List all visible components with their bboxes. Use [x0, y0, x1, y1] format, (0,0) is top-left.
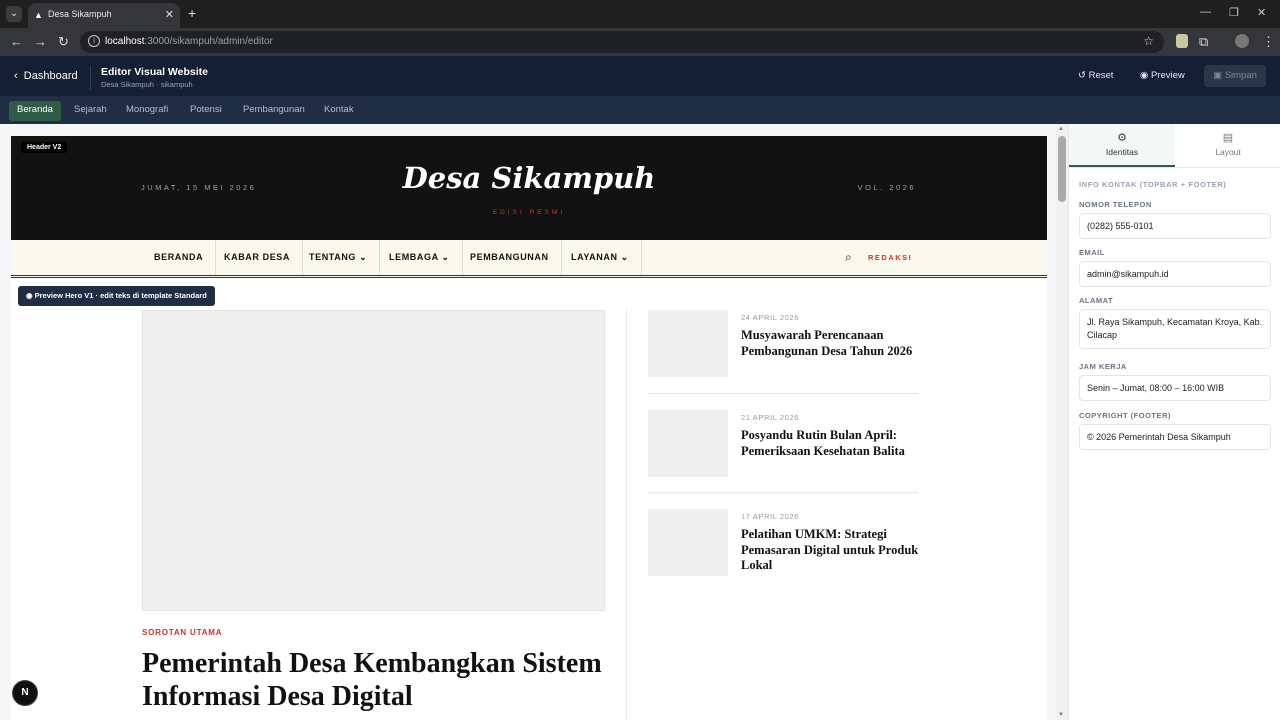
- back-icon[interactable]: ←: [10, 34, 23, 49]
- identity-icon: ⚙: [1117, 132, 1127, 144]
- close-window-button[interactable]: ✕: [1257, 6, 1266, 19]
- scroll-down-arrow-icon[interactable]: ▼: [1058, 712, 1064, 718]
- email-label: EMAIL: [1079, 248, 1105, 257]
- address-bar[interactable]: i localhost:3000/sikampuh/admin/editor ☆: [80, 31, 1164, 53]
- page-tabs: Beranda Sejarah Monografi Potensi Pemban…: [0, 96, 1280, 124]
- site-nav-tentang[interactable]: TENTANG ⌄: [297, 240, 381, 275]
- preview-canvas: Header V2 JUMAT, 15 MEI 2026 Desa Sikamp…: [0, 124, 1068, 720]
- site-preview-frame: Header V2 JUMAT, 15 MEI 2026 Desa Sikamp…: [11, 136, 1047, 720]
- hero-kicker: SOROTAN UTAMA: [142, 628, 223, 637]
- search-icon[interactable]: ⌕: [845, 250, 852, 265]
- story-title[interactable]: Posyandu Rutin Bulan April: Pemeriksaan …: [741, 428, 919, 459]
- site-nav-lembaga[interactable]: LEMBAGA ⌄: [377, 240, 463, 275]
- section-heading: INFO KONTAK (TOPBAR + FOOTER): [1079, 180, 1227, 189]
- tab-identitas[interactable]: ⚙ Identitas: [1069, 124, 1175, 167]
- tab-layout[interactable]: ▤ Layout: [1175, 124, 1280, 167]
- layout-icon: ▤: [1222, 132, 1234, 144]
- restore-window-button[interactable]: ❐: [1229, 6, 1239, 19]
- story-date: 24 APRIL 2026: [741, 313, 799, 322]
- story-title[interactable]: Pelatihan UMKM: Strategi Pemasaran Digit…: [741, 527, 919, 574]
- phone-label: NOMOR TELEPON: [1079, 200, 1152, 209]
- forward-icon[interactable]: →: [34, 34, 47, 49]
- redaksi-link[interactable]: REDAKSI: [868, 253, 912, 262]
- story-thumbnail: [648, 310, 728, 377]
- scroll-up-arrow-icon[interactable]: ▲: [1058, 126, 1064, 132]
- tab-pembangunan[interactable]: Pembangunan: [235, 101, 313, 121]
- header-divider: [90, 66, 91, 90]
- preview-button[interactable]: ◉ Preview: [1140, 70, 1185, 81]
- tab-monografi[interactable]: Monografi: [118, 101, 176, 121]
- settings-panel: ⚙ Identitas ▤ Layout INFO KONTAK (TOPBAR…: [1068, 124, 1280, 720]
- profile-avatar[interactable]: [1235, 34, 1249, 48]
- column-divider: [626, 310, 627, 720]
- browser-tab-strip: ⌄ ▲ Desa Sikampuh ✕ + — ❐ ✕: [0, 0, 1280, 28]
- story-divider: [648, 492, 918, 493]
- site-nav-beranda[interactable]: BERANDA: [142, 240, 217, 275]
- hours-label: JAM KERJA: [1079, 362, 1127, 371]
- story-date: 17 APRIL 2026: [741, 512, 799, 521]
- panel-divider: [1069, 167, 1280, 168]
- tab-potensi[interactable]: Potensi: [182, 101, 230, 121]
- copyright-label: COPYRIGHT (FOOTER): [1079, 411, 1171, 420]
- extensions-puzzle-icon[interactable]: ⧉: [1199, 34, 1208, 50]
- story-thumbnail: [648, 410, 728, 477]
- extension-icon[interactable]: [1176, 34, 1188, 48]
- editor-header: ‹ Dashboard Editor Visual Website Desa S…: [0, 56, 1280, 96]
- site-info-icon[interactable]: i: [88, 35, 100, 47]
- story-title[interactable]: Musyawarah Perencanaan Pembangunan Desa …: [741, 328, 919, 359]
- tab-sejarah[interactable]: Sejarah: [66, 101, 115, 121]
- reload-icon[interactable]: ↻: [58, 34, 69, 50]
- bookmark-star-icon[interactable]: ☆: [1143, 34, 1154, 48]
- tab-beranda[interactable]: Beranda: [9, 101, 61, 121]
- address-field[interactable]: Jl. Raya Sikampuh, Kecamatan Kroya, Kab.…: [1079, 309, 1271, 349]
- favicon-icon: ▲: [34, 10, 43, 20]
- address-label: ALAMAT: [1079, 296, 1114, 305]
- browser-menu-icon[interactable]: ⋮: [1262, 34, 1275, 50]
- scrollbar-thumb[interactable]: [1058, 136, 1066, 202]
- reset-button[interactable]: ↺ Reset: [1078, 70, 1113, 81]
- hero-image-placeholder: [142, 310, 605, 611]
- save-button[interactable]: ▣ Simpan: [1204, 65, 1266, 87]
- editor-title: Editor Visual Website: [101, 66, 208, 78]
- story-date: 21 APRIL 2026: [741, 413, 799, 422]
- site-nav: BERANDA KABAR DESA TENTANG ⌄ LEMBAGA ⌄ P…: [11, 240, 1047, 278]
- close-tab-icon[interactable]: ✕: [165, 8, 174, 21]
- new-tab-button[interactable]: +: [188, 5, 196, 21]
- hero-preview-pill: ◉ Preview Hero V1 · edit teks di templat…: [18, 286, 215, 306]
- back-to-dashboard-link[interactable]: ‹ Dashboard: [14, 70, 78, 82]
- browser-tab[interactable]: ▲ Desa Sikampuh ✕: [28, 3, 180, 28]
- minimize-window-button[interactable]: —: [1200, 6, 1211, 18]
- tab-kontak[interactable]: Kontak: [316, 101, 362, 121]
- hero-headline[interactable]: Pemerintah Desa Kembangkan Sistem Inform…: [142, 647, 622, 713]
- story-divider: [648, 393, 918, 394]
- tab-search-button[interactable]: ⌄: [6, 6, 22, 22]
- site-nav-pembangunan[interactable]: PEMBANGUNAN: [458, 240, 562, 275]
- email-field[interactable]: [1079, 261, 1271, 287]
- browser-tab-title: Desa Sikampuh: [48, 9, 112, 19]
- copyright-field[interactable]: [1079, 424, 1271, 450]
- story-thumbnail: [648, 509, 728, 576]
- dev-tools-badge[interactable]: N: [12, 680, 38, 706]
- browser-toolbar: ← → ↻ i localhost:3000/sikampuh/admin/ed…: [0, 28, 1280, 56]
- address-url[interactable]: localhost:3000/sikampuh/admin/editor: [105, 36, 273, 47]
- header-edition: EDISI RESMI: [492, 209, 566, 216]
- phone-field[interactable]: [1079, 213, 1271, 239]
- header-volume: VOL. 2026: [857, 183, 916, 192]
- hours-field[interactable]: [1079, 375, 1271, 401]
- site-nav-layanan[interactable]: LAYANAN ⌄: [559, 240, 642, 275]
- header-variant-badge: Header V2: [21, 142, 68, 153]
- site-header[interactable]: Header V2 JUMAT, 15 MEI 2026 Desa Sikamp…: [11, 136, 1047, 240]
- site-nav-kabar-desa[interactable]: KABAR DESA: [212, 240, 304, 275]
- canvas-scrollbar[interactable]: ▲ ▼: [1056, 124, 1068, 720]
- editor-subtitle: Desa Sikampuh · sikampuh: [101, 80, 193, 89]
